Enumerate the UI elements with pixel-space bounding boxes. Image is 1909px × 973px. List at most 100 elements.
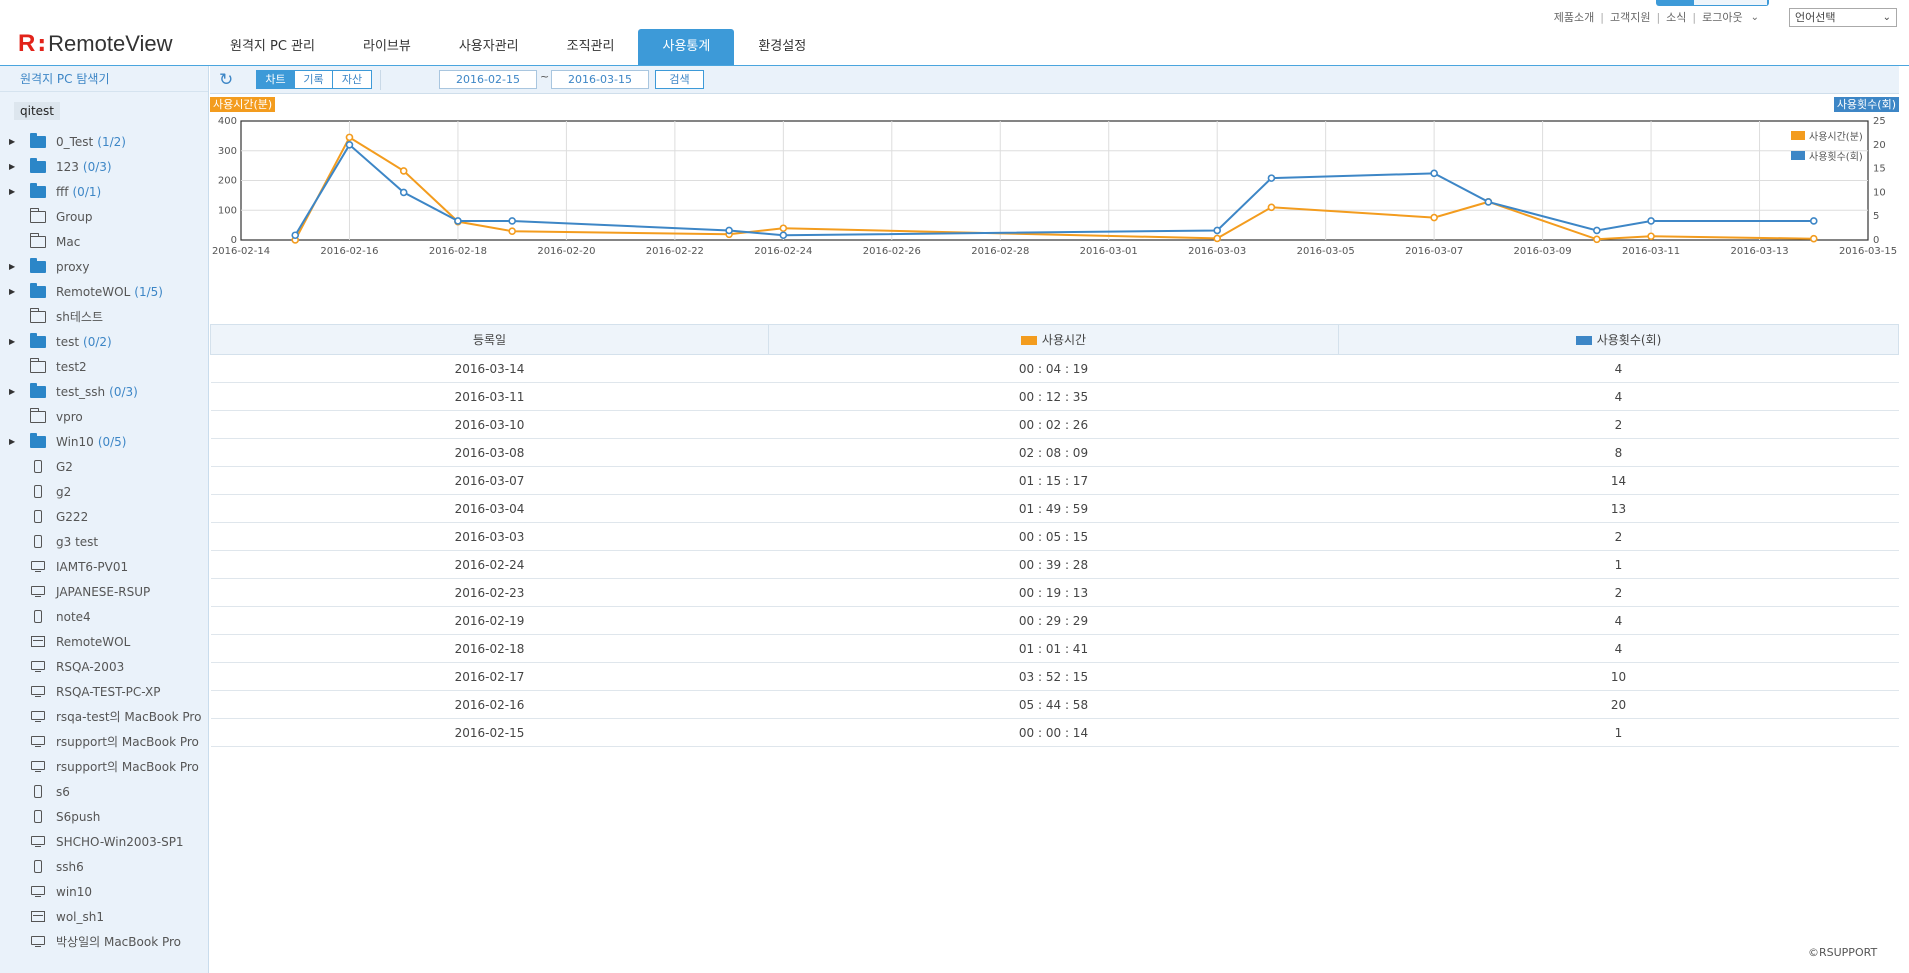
mobile-icon [28, 609, 48, 625]
expand-arrow-icon[interactable]: ▶ [9, 162, 19, 171]
tree-item[interactable]: g2 [0, 479, 208, 504]
cell-usage-time: 01 : 01 : 41 [768, 634, 1339, 663]
tree-item[interactable]: ▶ RemoteWOL (1/5) [0, 279, 208, 304]
tab-organization[interactable]: 조직관리 [543, 29, 639, 65]
expand-arrow-icon[interactable]: ▶ [9, 137, 19, 146]
tree-item[interactable]: ▶ 123 (0/3) [0, 154, 208, 179]
data-point-usage-count [399, 188, 408, 197]
tree-item[interactable]: ▶ 0_Test (1/2) [0, 129, 208, 154]
tree-item-label: G222 [56, 509, 89, 524]
tree-item[interactable]: vpro [0, 404, 208, 429]
tree-item[interactable]: ▶ test_ssh (0/3) [0, 379, 208, 404]
tab-remote-pc[interactable]: 원격지 PC 관리 [206, 29, 339, 65]
tree-item[interactable]: IAMT6-PV01 [0, 554, 208, 579]
remoteview-logo[interactable]: R : RemoteView [18, 31, 172, 57]
tab-settings[interactable]: 환경설정 [734, 29, 830, 65]
table-row: 2016-03-10 00 : 02 : 26 2 [210, 410, 1899, 439]
col-date-header[interactable]: 등록일 [210, 324, 769, 355]
cell-usage-count: 2 [1338, 522, 1899, 551]
tree-item[interactable]: Mac [0, 229, 208, 254]
tree-item[interactable]: ▶ Win10 (0/5) [0, 429, 208, 454]
monitor-icon [28, 659, 48, 675]
tab-usage-stats[interactable]: 사용통계 [638, 29, 735, 65]
cell-usage-time: 01 : 49 : 59 [768, 494, 1339, 523]
tree-item[interactable]: wol_sh1 [0, 904, 208, 929]
cell-usage-time: 00 : 19 : 13 [768, 578, 1339, 607]
tree-item[interactable]: ▶ proxy [0, 254, 208, 279]
tree-item[interactable]: rsqa-test의 MacBook Pro [0, 704, 208, 729]
table-row: 2016-02-16 05 : 44 : 58 20 [210, 690, 1899, 719]
tree-item-label: test2 [56, 359, 87, 374]
tree-item[interactable]: G222 [0, 504, 208, 529]
tree-item[interactable]: ssh6 [0, 854, 208, 879]
tree-root[interactable]: qitest [14, 102, 60, 120]
col-time-header[interactable]: 사용시간 [768, 324, 1339, 355]
search-button[interactable]: 검색 [655, 70, 704, 89]
tree-item[interactable]: RSQA-TEST-PC-XP [0, 679, 208, 704]
tree-item[interactable]: note4 [0, 604, 208, 629]
tab-users[interactable]: 사용자관리 [435, 29, 543, 65]
cell-usage-count: 4 [1338, 634, 1899, 663]
tree-item[interactable]: SHCHO-Win2003-SP1 [0, 829, 208, 854]
data-point-usage-time [1430, 213, 1438, 222]
col-time-label: 사용시간 [1041, 333, 1087, 347]
end-date-input[interactable]: 2016-03-15 [551, 70, 649, 89]
view-chart-button[interactable]: 차트 [257, 71, 295, 88]
link-product-info[interactable]: 제품소개 [1554, 9, 1594, 25]
cell-date: 2016-02-17 [210, 662, 769, 691]
data-point-usage-time [1809, 234, 1818, 243]
tree-item[interactable]: S6push [0, 804, 208, 829]
tree-item[interactable]: 박상일의 MacBook Pro [0, 929, 208, 954]
cell-date: 2016-02-18 [210, 634, 769, 663]
col-count-header[interactable]: 사용횟수(회) [1338, 324, 1899, 355]
link-news[interactable]: 소식 [1666, 9, 1686, 25]
tree-item[interactable]: rsupport의 MacBook Pro [0, 754, 208, 779]
cell-usage-time: 00 : 02 : 26 [768, 410, 1339, 439]
tab-liveview[interactable]: 라이브뷰 [339, 29, 435, 65]
tree-item[interactable]: ▶ test (0/2) [0, 329, 208, 354]
tree-item[interactable]: sh테스트 [0, 304, 208, 329]
x-tick-label: 2016-02-14 [212, 246, 270, 257]
link-logout[interactable]: 로그아웃 [1702, 9, 1742, 25]
expand-arrow-icon[interactable]: ▶ [9, 187, 19, 196]
tree-item[interactable]: G2 [0, 454, 208, 479]
tree-item[interactable]: RSQA-2003 [0, 654, 208, 679]
table-row: 2016-02-24 00 : 39 : 28 1 [210, 550, 1899, 579]
x-tick-label: 2016-03-09 [1514, 246, 1572, 257]
data-point-usage-count [725, 226, 733, 235]
logo-colon: : [37, 31, 47, 57]
x-tick-label: 2016-02-28 [971, 246, 1029, 257]
cell-date: 2016-03-14 [210, 354, 769, 383]
util-separator: | [1600, 10, 1604, 24]
cell-usage-time: 00 : 12 : 35 [768, 382, 1339, 411]
expand-arrow-icon[interactable]: ▶ [9, 437, 19, 446]
tree-item[interactable]: JAPANESE-RSUP [0, 579, 208, 604]
tree-item[interactable]: Group [0, 204, 208, 229]
start-date-input[interactable]: 2016-02-15 [439, 70, 537, 89]
tree-item[interactable]: rsupport의 MacBook Pro [0, 729, 208, 754]
expand-arrow-icon[interactable]: ▶ [9, 337, 19, 346]
tree-item[interactable]: RemoteWOL [0, 629, 208, 654]
tree-item-label: s6 [56, 784, 70, 799]
link-support[interactable]: 고객지원 [1610, 9, 1650, 25]
monitor-icon [28, 709, 48, 725]
refresh-icon[interactable]: ↻ [219, 71, 237, 89]
view-history-button[interactable]: 기록 [295, 71, 333, 88]
tree-item-count: (1/2) [97, 134, 126, 149]
expand-arrow-icon[interactable]: ▶ [9, 262, 19, 271]
tree-item[interactable]: win10 [0, 879, 208, 904]
tree-item[interactable]: s6 [0, 779, 208, 804]
expand-arrow-icon[interactable]: ▶ [9, 387, 19, 396]
tree-item[interactable]: test2 [0, 354, 208, 379]
tree-item[interactable]: g3 test [0, 529, 208, 554]
expand-arrow-icon[interactable]: ▶ [9, 287, 19, 296]
language-select[interactable]: 언어선택 ⌄ [1789, 8, 1897, 27]
chevron-down-icon[interactable]: ⌄ [1751, 12, 1759, 23]
monitor-icon [28, 834, 48, 850]
cell-usage-time: 03 : 52 : 15 [768, 662, 1339, 691]
tree-item-label: Group [56, 209, 93, 224]
view-assets-button[interactable]: 자산 [333, 71, 371, 88]
tree-item-label: note4 [56, 609, 91, 624]
cell-usage-time: 00 : 00 : 14 [768, 718, 1339, 747]
tree-item[interactable]: ▶ fff (0/1) [0, 179, 208, 204]
